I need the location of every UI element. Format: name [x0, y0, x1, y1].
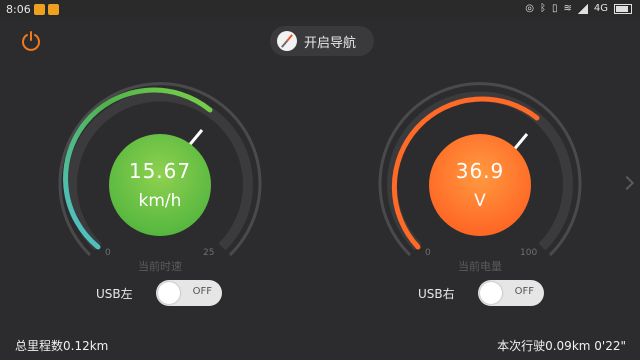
- usb-right-control: USB右 OFF: [418, 280, 544, 306]
- navigation-label: 开启导航: [304, 35, 357, 51]
- speed-caption: 当前时速: [138, 260, 182, 273]
- vibrate-icon: ▯: [551, 3, 558, 14]
- toggle-knob: [158, 282, 180, 304]
- speed-gauge: 15.67 km/h 0 25 当前时速: [45, 70, 275, 300]
- battery-value: 36.9: [455, 159, 505, 183]
- usb-left-state: OFF: [192, 286, 212, 297]
- navigation-button[interactable]: 开启导航: [270, 26, 374, 56]
- speed-display: 15.67 km/h: [109, 134, 211, 236]
- speed-max-label: 25: [203, 248, 215, 258]
- notification-icon: [48, 4, 59, 15]
- toggle-knob: [480, 282, 502, 304]
- battery-max-label: 100: [520, 248, 538, 258]
- usb-left-toggle[interactable]: OFF: [156, 280, 222, 306]
- speed-unit: km/h: [138, 191, 182, 211]
- battery-display: 36.9 V: [429, 134, 531, 236]
- status-icons: ◎ ᛒ ▯ ≋ 4G: [525, 3, 632, 14]
- status-time: 8:06: [6, 3, 31, 16]
- total-mileage: 总里程数0.12km: [15, 339, 109, 353]
- battery-caption: 当前电量: [458, 260, 502, 273]
- speed-min-label: 0: [105, 248, 111, 258]
- network-label: 4G: [593, 3, 608, 14]
- footer: 总里程数0.12km 本次行驶0.09km 0'22": [0, 331, 640, 360]
- usb-left-control: USB左 OFF: [96, 280, 222, 306]
- speed-value: 15.67: [128, 159, 192, 183]
- chevron-right-icon[interactable]: [619, 175, 635, 191]
- bluetooth-icon: ᛒ: [539, 3, 546, 14]
- trip-info: 本次行驶0.09km 0'22": [497, 339, 626, 353]
- usb-right-state: OFF: [514, 286, 534, 297]
- battery-icon: [614, 3, 632, 14]
- compass-icon: [277, 31, 297, 51]
- usb-right-label: USB右: [418, 286, 455, 301]
- wifi-icon: ≋: [563, 3, 572, 14]
- power-icon[interactable]: [20, 30, 42, 52]
- notification-icon: [34, 4, 45, 15]
- usb-right-toggle[interactable]: OFF: [478, 280, 544, 306]
- battery-min-label: 0: [425, 248, 431, 258]
- battery-gauge: 36.9 V 0 100 当前电量: [365, 70, 595, 300]
- alarm-icon: ◎: [525, 3, 534, 14]
- status-bar: 8:06 ◎ ᛒ ▯ ≋ 4G: [0, 0, 640, 20]
- signal-icon: [577, 3, 588, 14]
- battery-unit: V: [474, 191, 486, 211]
- usb-left-label: USB左: [96, 286, 133, 301]
